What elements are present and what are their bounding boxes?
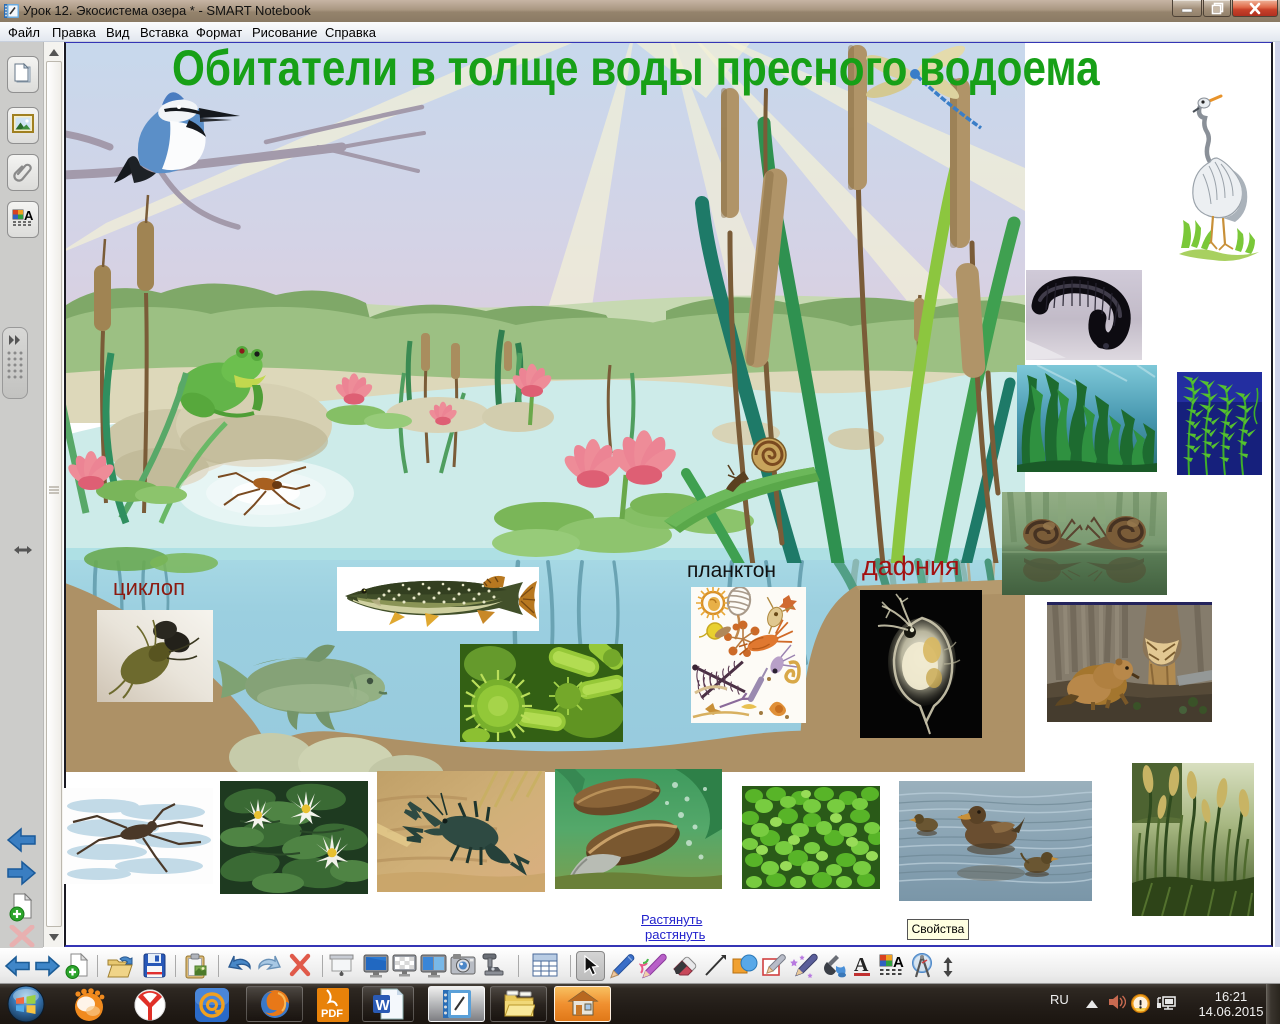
svg-text:A: A (24, 208, 34, 223)
svg-text:W: W (376, 997, 391, 1014)
svg-text:PDF: PDF (321, 1008, 343, 1020)
svg-text:A: A (893, 954, 904, 971)
svg-text:A: A (854, 954, 869, 976)
